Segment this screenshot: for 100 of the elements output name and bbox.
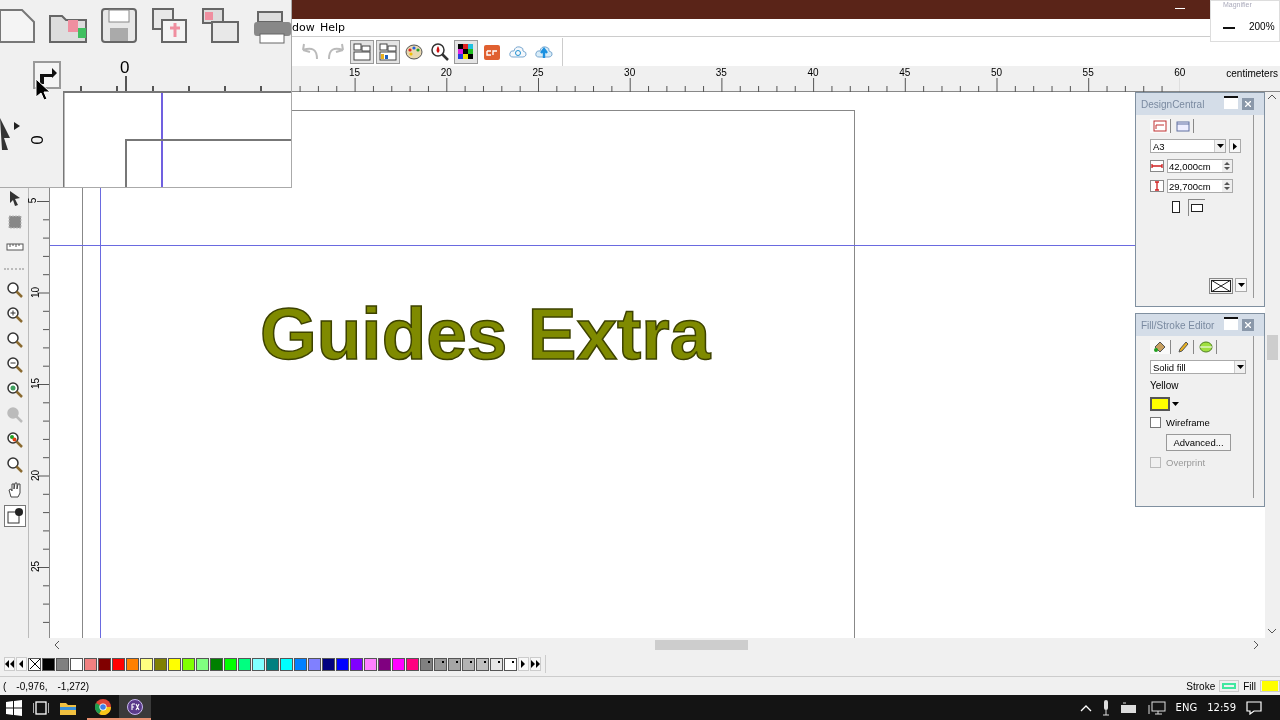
- pattern-swatch[interactable]: [448, 657, 461, 671]
- color-swatch[interactable]: [336, 657, 349, 671]
- color-swatch[interactable]: [392, 657, 405, 671]
- shape-tab[interactable]: [1196, 340, 1217, 354]
- color-swatch[interactable]: [378, 657, 391, 671]
- color-swatch[interactable]: [196, 657, 209, 671]
- color-swatch[interactable]: [280, 657, 293, 671]
- color-swatch[interactable]: [322, 657, 335, 671]
- fill-swatch[interactable]: [1260, 680, 1280, 692]
- color-swatch[interactable]: [224, 657, 237, 671]
- pattern-swatch[interactable]: [476, 657, 489, 671]
- stroke-swatch[interactable]: [1219, 680, 1240, 692]
- language-indicator[interactable]: ENG: [1175, 702, 1198, 713]
- color-swatch[interactable]: [168, 657, 181, 671]
- task-view-icon[interactable]: [33, 699, 49, 716]
- color-swatch[interactable]: [294, 657, 307, 671]
- page-size-dropdown[interactable]: A3: [1150, 139, 1226, 153]
- network-icon[interactable]: [1147, 700, 1166, 715]
- color-swatch[interactable]: [252, 657, 265, 671]
- ruler-label: 15: [349, 67, 361, 78]
- notifications-icon[interactable]: [1246, 700, 1262, 715]
- color-swatch[interactable]: [126, 657, 139, 671]
- folder-icon[interactable]: [60, 700, 76, 715]
- height-field[interactable]: 29,700cm: [1167, 179, 1233, 193]
- color-swatch[interactable]: [182, 657, 195, 671]
- ruler-label: 20: [30, 469, 42, 481]
- color-swatch[interactable]: [308, 657, 321, 671]
- spin-arrows-icon[interactable]: [1224, 181, 1230, 191]
- color-swatch[interactable]: [406, 657, 419, 671]
- width-field[interactable]: 42,000cm: [1167, 159, 1233, 173]
- page-size-tab[interactable]: [1150, 119, 1171, 133]
- color-swatch[interactable]: [56, 657, 69, 671]
- dropper-icon: [430, 41, 450, 62]
- color-swatch[interactable]: [238, 657, 251, 671]
- advanced-button[interactable]: Advanced...: [1166, 434, 1231, 451]
- double-arrow-icon: [5, 660, 14, 668]
- table-button[interactable]: [350, 39, 374, 64]
- ellipse-icon: [1199, 341, 1213, 353]
- no-color-swatch[interactable]: [28, 657, 41, 671]
- fill-type-dropdown[interactable]: Solid fill: [1150, 360, 1246, 374]
- previous-button[interactable]: [16, 657, 27, 671]
- color-swatch[interactable]: [70, 657, 83, 671]
- color-swatch[interactable]: [154, 657, 167, 671]
- windows-start-icon[interactable]: [6, 699, 22, 716]
- color-name: Yellow: [1150, 380, 1180, 391]
- ruler-label: 25: [30, 560, 42, 573]
- color-swatch[interactable]: [42, 657, 55, 671]
- shape-tool-button[interactable]: [4, 505, 26, 527]
- last-button[interactable]: [530, 657, 541, 671]
- chevron-up-icon[interactable]: [1079, 703, 1092, 712]
- scroll-thumb[interactable]: [1267, 335, 1278, 360]
- pattern-swatch[interactable]: [504, 657, 517, 671]
- scroll-thumb[interactable]: [655, 640, 748, 650]
- dropdown-button[interactable]: [1235, 278, 1247, 292]
- table-icon: [352, 41, 372, 62]
- app-taskbar-button[interactable]: [119, 695, 151, 720]
- fill-label: Fill: [1243, 680, 1256, 692]
- width-icon: [1150, 160, 1164, 172]
- color-swatch[interactable]: [140, 657, 153, 671]
- close-button[interactable]: [1242, 98, 1254, 110]
- canvas-text[interactable]: Guides Extra: [260, 292, 711, 375]
- ruler-label: 35: [715, 67, 727, 78]
- color-swatch[interactable]: [112, 657, 125, 671]
- pattern-swatch[interactable]: [490, 657, 503, 671]
- microphone-icon[interactable]: [1101, 699, 1110, 716]
- play-arrow-button[interactable]: [1229, 139, 1241, 153]
- pattern-swatch[interactable]: [462, 657, 475, 671]
- menu-item[interactable]: Help: [320, 21, 346, 34]
- pattern-swatch[interactable]: [420, 657, 433, 671]
- ruler-origin-button[interactable]: [33, 61, 61, 89]
- battery-icon[interactable]: [1119, 701, 1138, 714]
- table2-button[interactable]: [376, 39, 400, 64]
- color-swatch[interactable]: [210, 657, 223, 671]
- minimize-button[interactable]: [1224, 317, 1238, 330]
- clock[interactable]: 12:59: [1207, 702, 1236, 713]
- minimize-button[interactable]: [1224, 96, 1238, 109]
- color-swatch[interactable]: [364, 657, 377, 671]
- wireframe-checkbox[interactable]: [1150, 417, 1161, 428]
- envelope-button[interactable]: [1209, 278, 1233, 294]
- spin-arrows-icon[interactable]: [1224, 161, 1230, 171]
- color-swatch[interactable]: [98, 657, 111, 671]
- color-swatch[interactable]: [266, 657, 279, 671]
- zoom-out-icon: [6, 356, 24, 374]
- next-button[interactable]: [518, 657, 529, 671]
- app-icon: [127, 698, 143, 715]
- color-swatch[interactable]: [84, 657, 97, 671]
- fill-bucket-tab[interactable]: [1150, 340, 1171, 354]
- landscape-button[interactable]: [1188, 199, 1205, 216]
- close-button[interactable]: [1242, 319, 1254, 331]
- menu-item[interactable]: dow: [292, 21, 315, 34]
- grid-button[interactable]: [454, 39, 478, 64]
- bucket-icon: [1153, 341, 1167, 353]
- color-swatch[interactable]: [350, 657, 363, 671]
- ruler-label: 0: [27, 135, 48, 145]
- pattern-swatch[interactable]: [434, 657, 447, 671]
- zoom-color-icon: [6, 431, 24, 449]
- first-button[interactable]: [4, 657, 15, 671]
- page-layout-tab[interactable]: [1173, 119, 1194, 133]
- zoom-11-icon: [6, 456, 24, 474]
- color-swatch-button[interactable]: [1150, 397, 1170, 411]
